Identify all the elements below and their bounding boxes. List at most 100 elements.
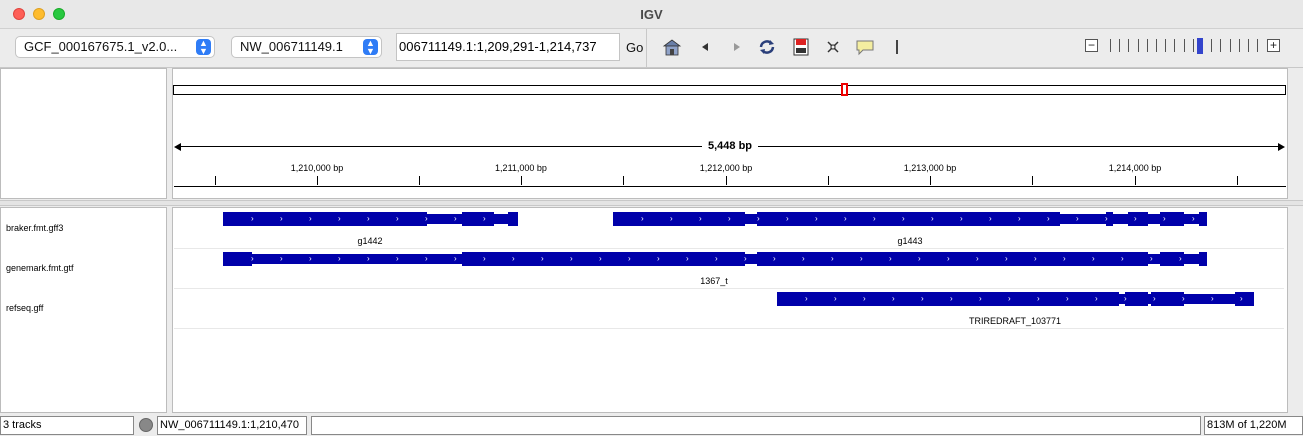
track-separator xyxy=(174,288,1284,289)
strand-arrow-icon: › xyxy=(831,254,834,263)
gene-g1442-exon[interactable] xyxy=(508,212,518,226)
strand-arrow-icon: › xyxy=(628,254,631,263)
strand-arrow-icon: › xyxy=(834,294,837,303)
popup-info-icon[interactable] xyxy=(854,37,876,57)
forward-icon[interactable] xyxy=(726,37,748,57)
chromosome-select[interactable]: NW_006711149.1 ▲ ▼ xyxy=(231,36,382,58)
ruler-axis xyxy=(174,186,1286,187)
strand-arrow-icon: › xyxy=(251,214,254,223)
strand-arrow-icon: › xyxy=(483,214,486,223)
gene-g1443-exon[interactable] xyxy=(745,214,757,224)
refresh-icon[interactable] xyxy=(756,37,778,57)
go-button[interactable]: Go xyxy=(626,40,643,55)
strand-arrow-icon: › xyxy=(947,254,950,263)
zoom-tick xyxy=(1119,39,1121,52)
ruler-tick-label: 1,211,000 bp xyxy=(495,163,547,173)
ruler-tick xyxy=(1135,176,1136,185)
cursor-position: NW_006711149.1:1,210,470 xyxy=(157,416,307,435)
ruler-tick xyxy=(521,176,522,185)
zoom-in-button[interactable]: + xyxy=(1267,39,1280,52)
strand-arrow-icon: › xyxy=(1134,214,1137,223)
strand-arrow-icon: › xyxy=(860,254,863,263)
gene-g1443-exon[interactable] xyxy=(1199,212,1207,226)
gene-g1443-exon[interactable] xyxy=(613,212,745,226)
gene-1367-t-exon[interactable] xyxy=(1184,254,1199,264)
strand-arrow-icon: › xyxy=(757,214,760,223)
zoom-tick xyxy=(1229,39,1231,52)
gene-g1443-exon[interactable] xyxy=(757,212,1060,226)
ruler-minor-tick xyxy=(828,176,829,185)
back-icon[interactable] xyxy=(694,37,716,57)
gene-triredraft-103771-exon[interactable] xyxy=(1235,292,1254,306)
track-name-braker[interactable]: braker.fmt.gff3 xyxy=(6,223,63,233)
roi-icon[interactable] xyxy=(790,37,812,57)
zoom-tick xyxy=(1192,39,1194,52)
track-separator xyxy=(174,248,1284,249)
strand-arrow-icon: › xyxy=(641,214,644,223)
track-name-refseq[interactable]: refseq.gff xyxy=(6,303,43,313)
strand-arrow-icon: › xyxy=(425,254,428,263)
memory-usage[interactable]: 813M of 1,220M xyxy=(1204,416,1303,435)
strand-arrow-icon: › xyxy=(863,294,866,303)
locus-input[interactable]: 006711149.1:1,209,291-1,214,737 xyxy=(396,33,620,61)
strand-arrow-icon: › xyxy=(541,254,544,263)
strand-arrow-icon: › xyxy=(892,294,895,303)
strand-arrow-icon: › xyxy=(1153,294,1156,303)
strand-arrow-icon: › xyxy=(873,214,876,223)
gene-g1442-exon[interactable] xyxy=(494,214,508,224)
gene-1367-t-exon[interactable] xyxy=(462,252,745,266)
ruler-minor-tick xyxy=(419,176,420,185)
zoom-out-button[interactable]: − xyxy=(1085,39,1098,52)
gene-1367-t-exon[interactable] xyxy=(223,252,252,266)
zoom-tick xyxy=(1165,39,1167,52)
gene-triredraft-103771-exon[interactable] xyxy=(1184,294,1235,304)
gene-triredraft-103771-exon[interactable] xyxy=(1125,292,1148,306)
zoom-slider[interactable] xyxy=(1106,38,1260,54)
strand-arrow-icon: › xyxy=(1018,214,1021,223)
zoom-thumb[interactable] xyxy=(1197,38,1203,54)
ruler-tick-label: 1,210,000 bp xyxy=(290,163,344,173)
fit-window-icon[interactable] xyxy=(822,37,844,57)
gene-g1443-exon[interactable] xyxy=(1060,214,1106,224)
gene-1367-t-exon[interactable] xyxy=(252,254,462,264)
genome-select[interactable]: GCF_000167675.1_v2.0... ▲ ▼ xyxy=(15,36,215,58)
ruler-tick xyxy=(317,176,318,185)
ruler-tick-label: 1,213,000 bp xyxy=(903,163,957,173)
gene-1367-t-exon[interactable] xyxy=(1199,252,1207,266)
strand-arrow-icon: › xyxy=(815,214,818,223)
strand-arrow-icon: › xyxy=(454,214,457,223)
strand-arrow-icon: › xyxy=(960,214,963,223)
strand-arrow-icon: › xyxy=(367,254,370,263)
strand-arrow-icon: › xyxy=(1076,214,1079,223)
strand-arrow-icon: › xyxy=(1124,294,1127,303)
zoom-tick xyxy=(1257,39,1259,52)
feature-label: TRIREDRAFT_103771 xyxy=(968,316,1062,326)
strand-arrow-icon: › xyxy=(728,214,731,223)
strand-arrow-icon: › xyxy=(280,214,283,223)
panel-splitter[interactable] xyxy=(0,200,1303,206)
chromosome-ideogram[interactable] xyxy=(173,85,1286,95)
track-separator xyxy=(174,328,1284,329)
zoom-tick xyxy=(1128,39,1130,52)
gene-g1443-exon[interactable] xyxy=(1113,214,1128,224)
gene-g1443-exon[interactable] xyxy=(1128,212,1148,226)
strand-arrow-icon: › xyxy=(989,214,992,223)
track-name-genemark[interactable]: genemark.fmt.gtf xyxy=(6,263,74,273)
zoom-tick xyxy=(1137,39,1139,52)
ruler-tick-label: 1,214,000 bp xyxy=(1108,163,1162,173)
strand-arrow-icon: › xyxy=(1066,294,1069,303)
strand-arrow-icon: › xyxy=(1182,294,1185,303)
strand-arrow-icon: › xyxy=(280,254,283,263)
strand-arrow-icon: › xyxy=(338,214,341,223)
strand-arrow-icon: › xyxy=(805,294,808,303)
toolbar: GCF_000167675.1_v2.0... ▲ ▼ NW_006711149.… xyxy=(0,29,1303,68)
strand-arrow-icon: › xyxy=(1211,294,1214,303)
strand-arrow-icon: › xyxy=(699,214,702,223)
home-icon[interactable] xyxy=(661,37,683,57)
gene-g1443-exon[interactable] xyxy=(1148,214,1160,224)
gene-1367-t-exon[interactable] xyxy=(757,252,1148,266)
strand-arrow-icon: › xyxy=(1005,254,1008,263)
strand-arrow-icon: › xyxy=(1063,254,1066,263)
gene-g1442-exon[interactable] xyxy=(462,212,494,226)
strand-arrow-icon: › xyxy=(1150,254,1153,263)
